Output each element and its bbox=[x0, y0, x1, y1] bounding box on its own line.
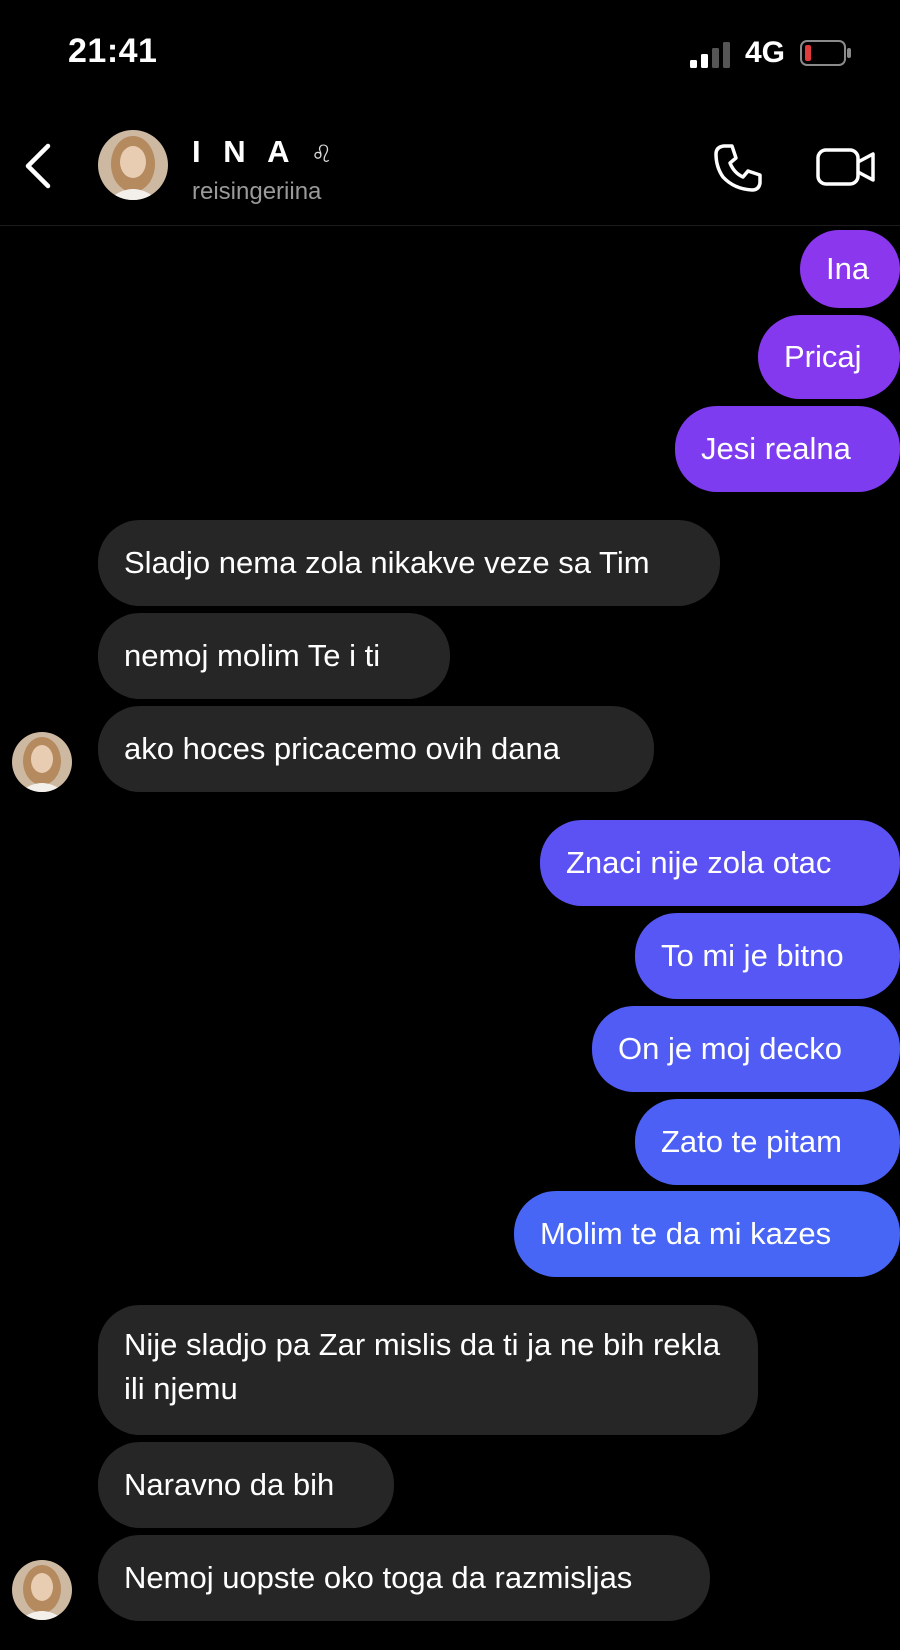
status-bar: 21:41 4G bbox=[0, 0, 900, 110]
message-sent[interactable]: Ina bbox=[800, 230, 900, 308]
leo-emoji: ♌ bbox=[310, 141, 333, 168]
message-received[interactable]: nemoj molim Te i ti bbox=[98, 613, 450, 699]
contact-name-text: I N A bbox=[192, 134, 296, 169]
phone-icon[interactable] bbox=[710, 140, 766, 196]
contact-avatar[interactable] bbox=[98, 130, 168, 200]
signal-icon bbox=[690, 42, 730, 68]
message-received[interactable]: Naravno da bih bbox=[98, 1442, 394, 1528]
message-received[interactable]: Nije sladjo pa Zar mislis da ti ja ne bi… bbox=[98, 1305, 758, 1435]
message-sent[interactable]: Molim te da mi kazes bbox=[514, 1191, 900, 1277]
message-received[interactable]: Sladjo nema zola nikakve veze sa Tim bbox=[98, 520, 720, 606]
contact-avatar-small[interactable] bbox=[12, 1560, 72, 1620]
contact-username: reisingeriina bbox=[192, 178, 322, 205]
back-chevron-icon[interactable] bbox=[18, 138, 58, 194]
message-sent[interactable]: Znaci nije zola otac bbox=[540, 820, 900, 906]
contact-avatar-small[interactable] bbox=[12, 732, 72, 792]
network-type: 4G bbox=[745, 36, 786, 69]
message-sent[interactable]: On je moj decko bbox=[592, 1006, 900, 1092]
message-sent[interactable]: To mi je bitno bbox=[635, 913, 900, 999]
message-sent[interactable]: Pricaj bbox=[758, 315, 900, 399]
chat-header: I N A ♌ reisingeriina bbox=[0, 110, 900, 226]
message-received[interactable]: ako hoces pricacemo ovih dana bbox=[98, 706, 654, 792]
message-sent[interactable]: Zato te pitam bbox=[635, 1099, 900, 1185]
message-received[interactable]: Nemoj uopste oko toga da razmisljas bbox=[98, 1535, 710, 1621]
battery-icon bbox=[800, 40, 851, 66]
contact-name[interactable]: I N A ♌ bbox=[192, 134, 332, 170]
video-camera-icon[interactable] bbox=[815, 142, 877, 192]
message-sent[interactable]: Jesi realna bbox=[675, 406, 900, 492]
status-time: 21:41 bbox=[68, 32, 158, 70]
